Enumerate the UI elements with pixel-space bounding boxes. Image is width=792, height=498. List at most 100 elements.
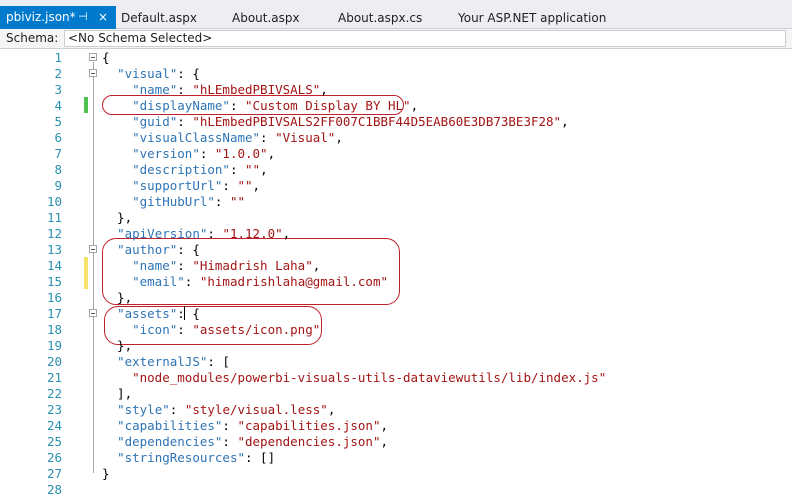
json-key: "name" (132, 258, 178, 273)
json-punctuation: , (380, 418, 389, 433)
code-line[interactable]: 17 "assets": { (0, 306, 792, 322)
json-punctuation: : (222, 434, 238, 449)
code-line[interactable]: 11 }, (0, 210, 792, 226)
json-punctuation (102, 274, 132, 289)
json-punctuation (102, 178, 132, 193)
json-punctuation: : (207, 226, 223, 241)
json-key: "description" (132, 162, 230, 177)
code-line[interactable]: 1{ (0, 50, 792, 66)
json-string: "node_modules/powerbi-visuals-utils-data… (132, 370, 607, 385)
json-punctuation: , (380, 434, 389, 449)
json-punctuation: , (335, 130, 343, 145)
json-punctuation: : (214, 194, 230, 209)
code-line[interactable]: 8 "description": "", (0, 162, 792, 178)
collapse-toggle-icon[interactable] (89, 69, 97, 77)
code-line[interactable]: 20 "externalJS": [ (0, 354, 792, 370)
line-number: 12 (46, 226, 62, 241)
code-line[interactable]: 10 "gitHubUrl": "" (0, 194, 792, 210)
tab-about-aspx-cs[interactable]: About.aspx.cs (338, 8, 422, 28)
json-punctuation: } (102, 466, 110, 481)
json-key: "displayName" (132, 98, 230, 113)
collapse-toggle-icon[interactable] (89, 245, 97, 253)
json-punctuation (102, 258, 132, 273)
code-line[interactable]: 7 "version": "1.0.0", (0, 146, 792, 162)
json-punctuation (102, 114, 132, 129)
json-string: "assets/icon.png" (192, 322, 321, 337)
tab-about-aspx[interactable]: About.aspx (232, 8, 300, 28)
code-text: "displayName": "Custom Display BY HL", (102, 98, 418, 114)
code-line[interactable]: 16 }, (0, 290, 792, 306)
json-punctuation: , (252, 178, 261, 193)
code-line[interactable]: 24 "capabilities": "capabilities.json", (0, 418, 792, 434)
json-string: "hLEmbedPBIVSALS" (192, 82, 321, 97)
close-icon[interactable]: × (98, 6, 108, 28)
line-number: 19 (46, 338, 62, 353)
line-number: 26 (46, 450, 62, 465)
code-line[interactable]: 28 (0, 482, 792, 498)
json-punctuation: : (222, 178, 238, 193)
json-punctuation: , (327, 402, 336, 417)
code-text: ], (102, 386, 132, 402)
code-text: "supportUrl": "", (102, 178, 260, 194)
code-line[interactable]: 4 "displayName": "Custom Display BY HL", (0, 98, 792, 114)
json-string: "" (237, 178, 253, 193)
code-text: "assets": { (102, 306, 200, 322)
collapse-toggle-icon[interactable] (89, 53, 97, 61)
tab-default-aspx[interactable]: Default.aspx (121, 8, 197, 28)
json-punctuation: : { (177, 242, 200, 257)
code-line[interactable]: 27} (0, 466, 792, 482)
code-line[interactable]: 19 }, (0, 338, 792, 354)
code-line[interactable]: 12 "apiVersion": "1.12.0", (0, 226, 792, 242)
pin-icon[interactable]: ⊣ (78, 6, 88, 28)
code-text: "stringResources": [] (102, 450, 275, 466)
code-line[interactable]: 23 "style": "style/visual.less", (0, 402, 792, 418)
code-line[interactable]: 2 "visual": { (0, 66, 792, 82)
json-punctuation (102, 82, 132, 97)
tab-your-aspnet-application[interactable]: Your ASP.NET application (458, 8, 606, 28)
json-punctuation: , (282, 226, 291, 241)
json-punctuation: , (320, 82, 328, 97)
json-punctuation: : (177, 258, 193, 273)
line-number: 13 (46, 242, 62, 257)
line-number: 3 (54, 82, 62, 97)
json-key: "visualClassName" (132, 130, 261, 145)
line-number: 27 (46, 466, 62, 481)
json-punctuation: , (561, 114, 569, 129)
code-line[interactable]: 18 "icon": "assets/icon.png" (0, 322, 792, 338)
code-line[interactable]: 21 "node_modules/powerbi-visuals-utils-d… (0, 370, 792, 386)
json-punctuation (102, 98, 132, 113)
json-key: "stringResources" (117, 450, 245, 465)
json-key: "email" (132, 274, 185, 289)
json-punctuation: : (222, 418, 238, 433)
json-punctuation (102, 66, 117, 81)
code-line[interactable]: 3 "name": "hLEmbedPBIVSALS", (0, 82, 792, 98)
code-line[interactable]: 22 ], (0, 386, 792, 402)
code-line[interactable]: 6 "visualClassName": "Visual", (0, 130, 792, 146)
code-line[interactable]: 15 "email": "himadrishlaha@gmail.com" (0, 274, 792, 290)
json-punctuation: : { (177, 306, 200, 321)
json-key: "author" (117, 242, 178, 257)
code-line[interactable]: 25 "dependencies": "dependencies.json", (0, 434, 792, 450)
code-line[interactable]: 5 "guid": "hLEmbedPBIVSALS2FF007C1BBF44D… (0, 114, 792, 130)
code-line[interactable]: 14 "name": "Himadrish Laha", (0, 258, 792, 274)
tab-label: pbiviz.json* (6, 10, 76, 24)
json-punctuation: }, (102, 290, 133, 305)
json-string: "" (245, 162, 261, 177)
json-key: "assets" (117, 306, 178, 321)
code-editor[interactable]: 1{2 "visual": {3 "name": "hLEmbedPBIVSAL… (0, 49, 792, 497)
tab-pbiviz-json[interactable]: pbiviz.json* ⊣ × (0, 6, 116, 29)
json-string: "Visual" (275, 130, 336, 145)
line-number: 2 (54, 66, 62, 81)
collapse-toggle-icon[interactable] (89, 309, 97, 317)
json-key: "supportUrl" (132, 178, 223, 193)
json-punctuation: }, (102, 210, 133, 225)
code-text: "capabilities": "capabilities.json", (102, 418, 388, 434)
json-punctuation (102, 162, 132, 177)
schema-dropdown[interactable]: <No Schema Selected> (64, 30, 786, 47)
code-line[interactable]: 9 "supportUrl": "", (0, 178, 792, 194)
line-number: 4 (54, 98, 62, 113)
code-line[interactable]: 26 "stringResources": [] (0, 450, 792, 466)
json-punctuation: : (229, 98, 246, 113)
line-number: 17 (46, 306, 62, 321)
code-line[interactable]: 13 "author": { (0, 242, 792, 258)
